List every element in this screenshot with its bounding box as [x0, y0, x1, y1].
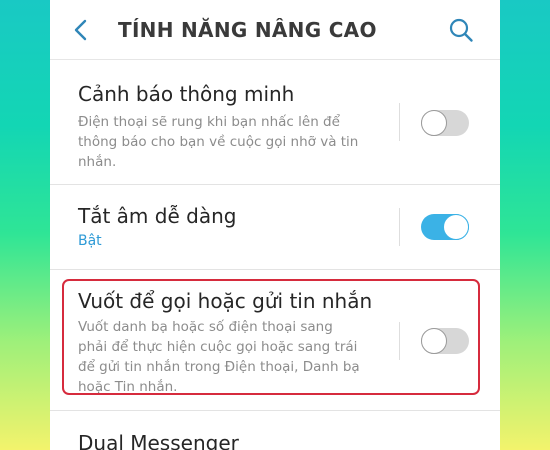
setting-row-easy-mute[interactable]: Tắt âm dễ dàng Bật: [50, 185, 500, 270]
toggle-knob: [421, 110, 447, 136]
row-divider: [399, 208, 400, 246]
description-line: Điện thoại sẽ rung khi bạn nhấc lên để: [78, 114, 340, 130]
toggle-knob: [443, 214, 469, 240]
setting-row-dual-messenger[interactable]: Dual Messenger: [50, 411, 500, 450]
setting-title: Dual Messenger: [78, 431, 239, 450]
page-title: TÍNH NĂNG NÂNG CAO: [118, 18, 377, 42]
app-header: TÍNH NĂNG NÂNG CAO: [50, 0, 500, 60]
setting-title: Tắt âm dễ dàng: [78, 204, 237, 228]
setting-description: Điện thoại sẽ rung khi bạn nhấc lên để t…: [78, 112, 390, 172]
highlight-box: [62, 279, 480, 395]
row-divider: [399, 103, 400, 141]
setting-title: Cảnh báo thông minh: [78, 82, 295, 106]
search-icon: [449, 18, 473, 42]
back-button[interactable]: [70, 16, 94, 44]
description-line: thông báo cho bạn về cuộc gọi nhỡ và tin: [78, 134, 359, 150]
search-button[interactable]: [448, 17, 474, 43]
easy-mute-toggle[interactable]: [421, 214, 469, 240]
chevron-left-icon: [74, 19, 87, 41]
setting-status: Bật: [78, 233, 102, 249]
setting-row-smart-alert[interactable]: Cảnh báo thông minh Điện thoại sẽ rung k…: [50, 60, 500, 185]
description-line: nhắn.: [78, 154, 117, 170]
settings-screen: TÍNH NĂNG NÂNG CAO Cảnh báo thông minh Đ…: [50, 0, 500, 450]
smart-alert-toggle[interactable]: [421, 110, 469, 136]
